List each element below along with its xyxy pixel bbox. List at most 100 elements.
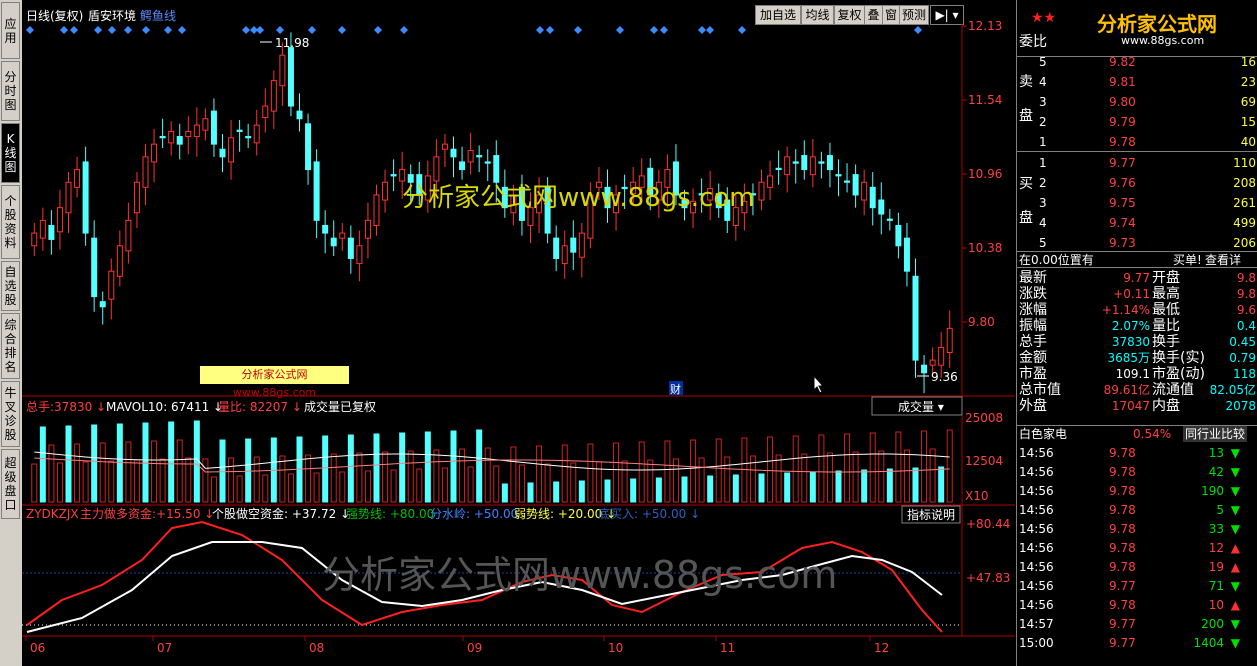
marker-diamond [374, 26, 382, 34]
volume-bar [99, 442, 106, 503]
buy-level-4: 4 9.74 499 [1039, 216, 1256, 230]
volume-bar [476, 429, 483, 503]
volume-bar [784, 472, 791, 503]
candle-body [39, 219, 46, 239]
indicator-legend-4: 分水岭: +50.00 [430, 507, 518, 521]
candle-body [142, 156, 149, 188]
volume-mavol: MAVOL10: 67411 ↓ [106, 400, 223, 414]
volume-bar [792, 435, 799, 503]
volume-bar [407, 450, 414, 503]
volume-bar [767, 436, 774, 503]
left-tab-7[interactable]: 超级盘口 [1, 449, 20, 519]
x-axis-label: 09 [467, 641, 482, 655]
candle-body [929, 359, 936, 366]
marker-diamond [242, 26, 250, 34]
volume-bar [322, 435, 329, 503]
volume-bar [613, 442, 620, 503]
candle-body [82, 161, 89, 234]
candle-body [364, 219, 371, 239]
indicator-legend-1: 主力做多资金:+15.50 ↓ [80, 506, 214, 521]
left-tab-3[interactable]: 个股资料 [1, 185, 20, 259]
left-tab-5[interactable]: 综合排名 [1, 313, 20, 379]
industry-row: 白色家电 0.54% 同行业比较 [1017, 425, 1257, 443]
volume-bar [185, 457, 192, 503]
left-tab-2[interactable]: K线图 [1, 123, 20, 183]
candle-body [313, 161, 320, 221]
candle-body [202, 118, 209, 131]
candle-body [809, 156, 816, 176]
candle-body [151, 143, 158, 163]
volume-bar [399, 432, 406, 503]
volume-bar [707, 475, 714, 503]
left-tab-4[interactable]: 自选股 [1, 261, 20, 311]
volume-bar [424, 431, 431, 503]
quote-row-2: 涨幅 +1.14% 最低 9.6 [1019, 302, 1256, 318]
marker-diamond [914, 26, 922, 34]
quote-row-1: 涨跌 +0.11 最高 9.8 [1019, 286, 1256, 302]
candle-body [253, 124, 260, 144]
volume-bar [630, 478, 637, 503]
indicator-axis-label: +80.44 [966, 517, 1010, 531]
candle-body [210, 110, 217, 145]
volume-bar [510, 446, 517, 503]
candle-body [886, 218, 893, 221]
logo-text: 分析家公式网 [1097, 12, 1217, 36]
candle-body [193, 124, 200, 138]
candle-body [758, 181, 765, 201]
volume-bar [202, 458, 209, 503]
candle-body [553, 237, 560, 259]
marker-diamond [574, 26, 582, 34]
buy-level-2: 2 9.76 208 [1039, 176, 1256, 190]
volume-bar [433, 449, 440, 503]
indicator-axis-label: +47.83 [966, 571, 1010, 585]
left-tab-0[interactable]: 应用 [1, 2, 20, 59]
volume-bar [732, 474, 739, 503]
candle-body [236, 129, 243, 132]
volume-bar [176, 439, 183, 503]
volume-bar [347, 434, 354, 503]
volume-bar [587, 443, 594, 503]
volume-bar [364, 470, 371, 503]
volume-bar [518, 464, 525, 503]
candle-body [356, 245, 363, 265]
tick-row-7: 14:56 9.77 71 ▼ [1019, 579, 1240, 593]
buy-level-3: 3 9.75 261 [1039, 196, 1256, 210]
volume-bar [527, 482, 534, 503]
marker-diamond [650, 26, 658, 34]
left-tab-1[interactable]: 分时图 [1, 61, 20, 121]
volume-bar [835, 470, 842, 503]
candle-body [895, 224, 902, 247]
candle-body [245, 136, 252, 139]
quote-row-6: 市盈 109.1 市盈(动) 118 [1019, 366, 1256, 382]
quote-row-7: 总市值 89.61亿 流通值 82.05亿 [1019, 382, 1256, 398]
sell-level-1: 1 9.78 40 [1039, 135, 1256, 149]
marker-diamond [308, 26, 316, 34]
volume-bar [604, 479, 611, 503]
chart-area[interactable]: 日线(复权) 盾安环境 鳄鱼线 加自选 均线 复权叠窗预测 ▶| ▾ 12.13 11.… [22, 0, 1015, 666]
marker-diamond [400, 26, 408, 34]
marker-diamond [94, 26, 102, 34]
volume-bar [441, 467, 448, 503]
candle-body [484, 161, 491, 164]
candle-body [938, 346, 945, 366]
candle-body [801, 155, 808, 171]
volume-bar [56, 462, 63, 503]
tick-row-5: 14:56 9.78 12 ▲ [1019, 541, 1240, 555]
marker-diamond [124, 26, 132, 34]
volume-bar [544, 463, 551, 503]
x-axis-label: 12 [874, 641, 889, 655]
volume-bar [245, 438, 252, 503]
indicator-legend-2: 个股做空资金: +37.72 ↓ [212, 506, 350, 521]
candle-body [56, 207, 63, 233]
volume-axis-label: 12504 [965, 454, 1003, 468]
candle-body [159, 136, 166, 139]
marker-diamond [536, 26, 544, 34]
candle-body [852, 174, 859, 196]
left-tab-6[interactable]: 牛叉诊股 [1, 381, 20, 447]
candle-body [570, 237, 577, 253]
volume-dropdown-label: 成交量 ▾ [898, 399, 944, 414]
marker-diamond [546, 26, 554, 34]
quote-row-3: 振幅 2.07% 量比 0.4 [1019, 318, 1256, 334]
volume-bar [536, 445, 543, 503]
marker-diamond [108, 26, 116, 34]
